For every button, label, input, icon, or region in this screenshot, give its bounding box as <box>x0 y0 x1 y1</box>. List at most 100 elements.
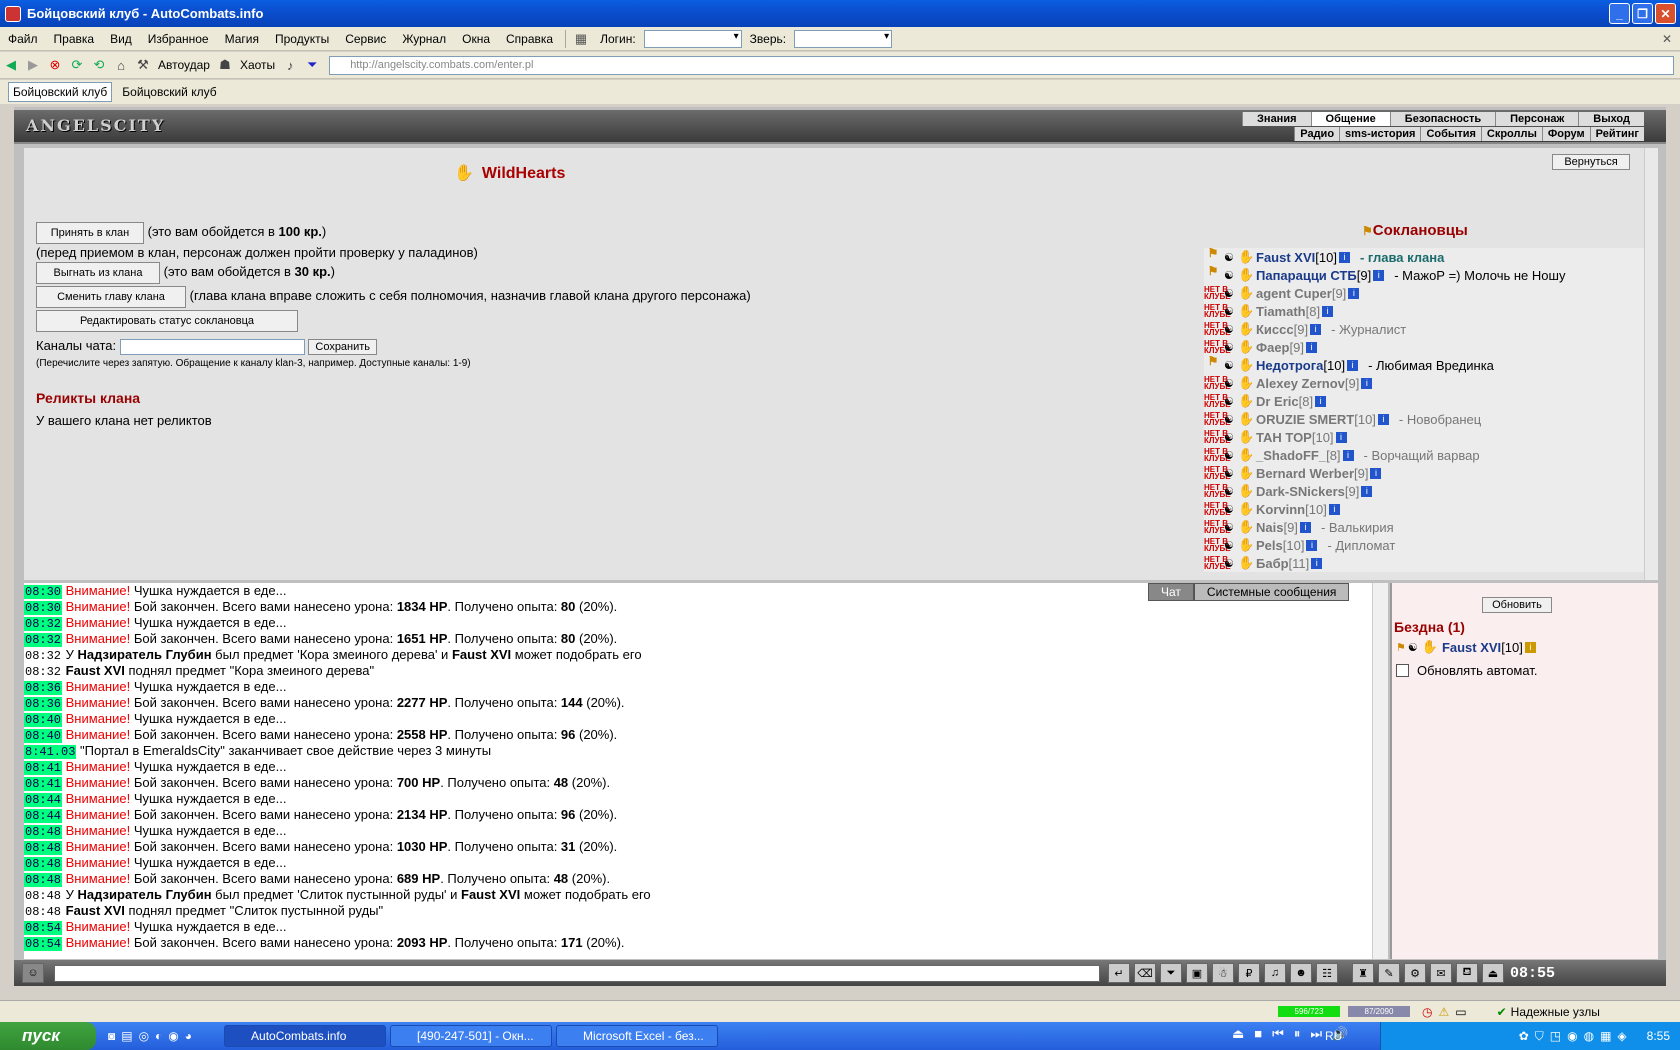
sound-icon[interactable]: ♪ <box>280 55 300 75</box>
tab-fightclub-2[interactable]: Бойцовский клуб <box>118 83 220 101</box>
info-icon[interactable]: i <box>1328 503 1340 515</box>
info-icon[interactable]: i <box>1322 305 1334 317</box>
stop-icon[interactable]: ⊗ <box>45 55 65 75</box>
member-name[interactable]: agent Cuper <box>1256 286 1332 301</box>
info-icon[interactable]: i <box>1361 377 1373 389</box>
menu-favorites[interactable]: Избранное <box>140 32 217 46</box>
member-name[interactable]: Faust XVI <box>1256 250 1315 265</box>
refresh-icon[interactable]: ⟳ <box>67 55 87 75</box>
info-icon[interactable]: i <box>1305 341 1317 353</box>
info-icon[interactable]: i <box>1347 359 1359 371</box>
bottle-icon[interactable]: ♜ <box>1352 963 1374 983</box>
member-name[interactable]: ORUZIE SMERT <box>1256 412 1354 427</box>
gift-icon[interactable]: ✉ <box>1430 963 1452 983</box>
menu-windows[interactable]: Окна <box>454 32 498 46</box>
info-icon[interactable]: i <box>1335 431 1347 443</box>
lang-indicator[interactable]: RU <box>1325 1029 1342 1043</box>
abyss-member-name[interactable]: Faust XVI <box>1442 640 1501 655</box>
accept-button[interactable]: Принять в клан <box>36 222 144 244</box>
save-button[interactable]: Сохранить <box>308 339 378 355</box>
boot-icon[interactable]: ⛾ <box>1456 963 1478 983</box>
info-icon[interactable]: i <box>1377 413 1389 425</box>
nav-communication[interactable]: Общение <box>1310 112 1390 126</box>
minimize-button[interactable]: _ <box>1609 3 1630 24</box>
nav-forum[interactable]: Форум <box>1541 127 1590 141</box>
member-name[interactable]: Бабр <box>1256 556 1289 571</box>
info-icon[interactable]: i <box>1348 287 1360 299</box>
task-excel[interactable]: Microsoft Excel - без... <box>556 1025 719 1047</box>
menu-service[interactable]: Сервис <box>337 32 394 46</box>
log-scrollbar[interactable] <box>1372 583 1388 959</box>
sound-tool-icon[interactable]: ♫ <box>1264 963 1286 983</box>
member-name[interactable]: Dr Eric <box>1256 394 1299 409</box>
filter-icon[interactable]: ⏷ <box>302 55 322 75</box>
home-icon[interactable]: ⌂ <box>111 55 131 75</box>
login-select[interactable] <box>643 29 742 48</box>
chat-channels-input[interactable] <box>119 338 305 355</box>
smiley-icon[interactable]: ☻ <box>1290 963 1312 983</box>
info-icon[interactable]: i <box>1299 521 1311 533</box>
info-icon[interactable]: i <box>1315 395 1327 407</box>
member-name[interactable]: Korvinn <box>1256 502 1305 517</box>
nav-security[interactable]: Безопасность <box>1389 112 1496 126</box>
info-icon[interactable]: i <box>1311 557 1323 569</box>
change-head-button[interactable]: Сменить главу клана <box>36 286 186 308</box>
address-bar[interactable]: http://angelscity.combats.com/enter.pl <box>329 55 1674 75</box>
member-name[interactable]: TAH TOP <box>1256 430 1312 445</box>
send-icon[interactable]: ↵ <box>1108 963 1130 983</box>
info-icon[interactable]: i <box>1370 467 1382 479</box>
pet-select[interactable] <box>794 29 893 48</box>
kick-button[interactable]: Выгнать из клана <box>36 262 160 284</box>
edit-status-button[interactable]: Редактировать статус соклановца <box>36 310 298 332</box>
member-name[interactable]: Кисcс <box>1256 322 1294 337</box>
back-button[interactable]: Вернуться <box>1552 154 1630 170</box>
member-name[interactable]: Alexey Zernov <box>1256 376 1345 391</box>
person-icon[interactable]: ☃ <box>1212 963 1234 983</box>
info-icon[interactable]: i <box>1373 269 1385 281</box>
nav-knowledge[interactable]: Знания <box>1242 112 1311 126</box>
quick-launch-icons[interactable]: ◙▤◎◐◉◕ <box>108 1029 198 1043</box>
refresh-button[interactable]: Обновить <box>1482 597 1552 613</box>
close-doc-icon[interactable]: ✕ <box>1662 32 1672 46</box>
member-name[interactable]: _ShadoFF_ <box>1256 448 1326 463</box>
member-name[interactable]: Pels <box>1256 538 1283 553</box>
forward-icon[interactable]: ▶ <box>23 55 43 75</box>
nav-radio[interactable]: Радио <box>1294 127 1340 141</box>
close-button[interactable]: ✕ <box>1655 3 1676 24</box>
brb-icon[interactable]: ▦ <box>571 29 591 49</box>
menu-edit[interactable]: Правка <box>46 32 103 46</box>
info-icon[interactable]: i <box>1361 485 1373 497</box>
menu-products[interactable]: Продукты <box>267 32 337 46</box>
menu-view[interactable]: Вид <box>102 32 140 46</box>
menu-file[interactable]: Файл <box>0 32 46 46</box>
member-name[interactable]: Bernard Werber <box>1256 466 1354 481</box>
menu-journal[interactable]: Журнал <box>394 32 454 46</box>
nav-exit[interactable]: Выход <box>1578 112 1644 126</box>
nav-character[interactable]: Персонаж <box>1495 112 1579 126</box>
info-icon[interactable]: i <box>1310 323 1322 335</box>
info-icon[interactable]: i <box>1338 251 1350 263</box>
chat-input[interactable] <box>54 965 1100 982</box>
task-window[interactable]: [490-247-501] - Окн... <box>390 1025 553 1047</box>
exit-icon[interactable]: ⏏ <box>1482 963 1504 983</box>
refresh-all-icon[interactable]: ⟲ <box>89 55 109 75</box>
filter-tool-icon[interactable]: ⏷ <box>1160 963 1182 983</box>
info-icon[interactable]: i <box>1306 539 1318 551</box>
tab-fightclub-1[interactable]: Бойцовский клуб <box>8 82 113 102</box>
translit-icon[interactable]: ₽ <box>1238 963 1260 983</box>
chat-head-icon[interactable]: ☺ <box>22 963 44 983</box>
nav-sms[interactable]: sms-история <box>1339 127 1421 141</box>
menu-magic[interactable]: Магия <box>217 32 267 46</box>
member-name[interactable]: Папарацци СТБ <box>1256 268 1357 283</box>
clan-scrollbar[interactable] <box>1644 148 1658 580</box>
nav-events[interactable]: События <box>1420 127 1481 141</box>
nav-scrolls[interactable]: Скроллы <box>1480 127 1542 141</box>
member-name[interactable]: Tiamath <box>1256 304 1306 319</box>
gear-icon[interactable]: ⚙ <box>1404 963 1426 983</box>
member-name[interactable]: Nais <box>1256 520 1283 535</box>
info-icon[interactable]: i <box>1342 449 1354 461</box>
users-icon[interactable]: ☷ <box>1316 963 1338 983</box>
tab-system-messages[interactable]: Системные сообщения <box>1193 583 1350 601</box>
tray-icons[interactable]: ✿⛉◳◉◍▦◈ <box>1519 1029 1633 1044</box>
tab-chat[interactable]: Чат <box>1148 583 1194 601</box>
